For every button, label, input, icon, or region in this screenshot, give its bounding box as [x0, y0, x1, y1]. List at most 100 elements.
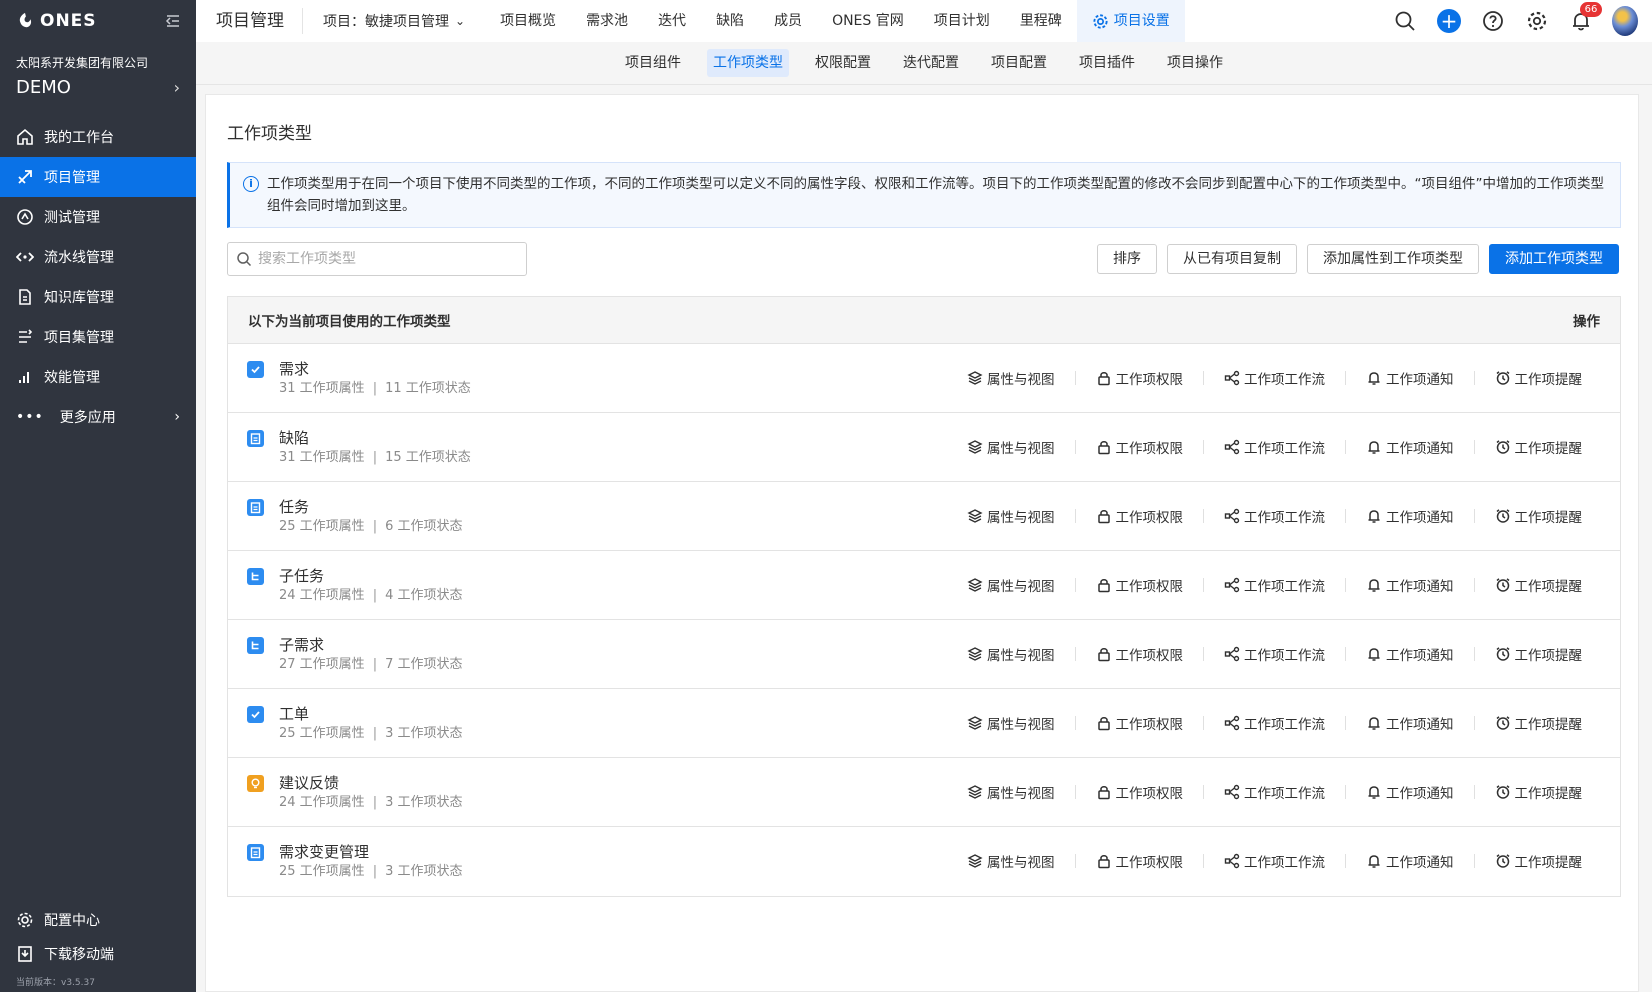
sidebar-item-performance[interactable]: 效能管理 — [0, 357, 196, 397]
tab-sprint[interactable]: 迭代 — [643, 0, 701, 42]
settings-gear-icon[interactable] — [1524, 8, 1550, 34]
permissions-link[interactable]: 工作项权限 — [1074, 716, 1204, 733]
fields-and-views-link[interactable]: 属性与视图 — [947, 578, 1075, 595]
search-input[interactable] — [258, 251, 518, 267]
fields-and-views-link[interactable]: 属性与视图 — [947, 854, 1075, 871]
subtab-operations[interactable]: 项目操作 — [1161, 49, 1229, 77]
subtab-components[interactable]: 项目组件 — [619, 49, 687, 77]
table-row[interactable]: 建议反馈 24 工作项属性 | 3 工作项状态 属性与视图 工作项权限 工作项工作流 工作… — [228, 758, 1620, 827]
notifications-link[interactable]: 工作项通知 — [1345, 578, 1474, 595]
collapse-sidebar-icon[interactable] — [164, 12, 182, 30]
tab-ones-website[interactable]: ONES 官网 — [817, 0, 919, 42]
subtab-plugins[interactable]: 项目插件 — [1073, 49, 1141, 77]
search-icon[interactable] — [1392, 8, 1418, 34]
tab-defect[interactable]: 缺陷 — [701, 0, 759, 42]
help-icon[interactable] — [1480, 8, 1506, 34]
notifications-link[interactable]: 工作项通知 — [1345, 647, 1474, 664]
notifications-link[interactable]: 工作项通知 — [1345, 785, 1474, 802]
fields-and-views-link[interactable]: 属性与视图 — [947, 716, 1075, 733]
avatar — [1612, 6, 1638, 36]
sidebar-item-download-mobile[interactable]: 下载移动端 — [0, 937, 196, 971]
notifications-link[interactable]: 工作项通知 — [1345, 371, 1474, 388]
type-name[interactable]: 任务 — [279, 497, 462, 517]
table-row[interactable]: 需求变更管理 25 工作项属性 | 3 工作项状态 属性与视图 工作项权限 工作项工作流… — [228, 827, 1620, 896]
separator: | — [372, 588, 378, 603]
sidebar-item-wiki[interactable]: 知识库管理 — [0, 277, 196, 317]
permissions-link[interactable]: 工作项权限 — [1074, 371, 1204, 388]
tab-members[interactable]: 成员 — [759, 0, 817, 42]
org-switcher[interactable]: DEMO › — [0, 71, 196, 101]
workflow-link[interactable]: 工作项工作流 — [1203, 439, 1345, 457]
workflow-link[interactable]: 工作项工作流 — [1203, 508, 1345, 526]
type-name[interactable]: 需求变更管理 — [279, 842, 462, 862]
sidebar-item-config-center[interactable]: 配置中心 — [0, 903, 196, 937]
workflow-link[interactable]: 工作项工作流 — [1203, 370, 1345, 388]
subtab-sprint-config[interactable]: 迭代配置 — [897, 49, 965, 77]
permissions-link[interactable]: 工作项权限 — [1074, 647, 1204, 664]
add-attribute-button[interactable]: 添加属性到工作项类型 — [1307, 244, 1479, 274]
tab-milestone[interactable]: 里程碑 — [1005, 0, 1077, 42]
sidebar-item-test[interactable]: 测试管理 — [0, 197, 196, 237]
sidebar-item-more-apps[interactable]: ••• 更多应用 › — [0, 397, 196, 437]
fields-and-views-link[interactable]: 属性与视图 — [947, 647, 1075, 664]
workflow-link[interactable]: 工作项工作流 — [1203, 715, 1345, 733]
permissions-link[interactable]: 工作项权限 — [1074, 578, 1204, 595]
table-row[interactable]: 子需求 27 工作项属性 | 7 工作项状态 属性与视图 工作项权限 工作项工作流 工作项… — [228, 620, 1620, 689]
fields-and-views-link[interactable]: 属性与视图 — [947, 785, 1075, 802]
tab-plan[interactable]: 项目计划 — [919, 0, 1005, 42]
reminders-link[interactable]: 工作项提醒 — [1473, 578, 1603, 595]
create-plus-icon[interactable]: + — [1436, 8, 1462, 34]
fields-and-views-link[interactable]: 属性与视图 — [947, 371, 1075, 388]
reminders-link[interactable]: 工作项提醒 — [1473, 854, 1603, 871]
notifications-link[interactable]: 工作项通知 — [1345, 854, 1474, 871]
type-name[interactable]: 工单 — [279, 704, 462, 724]
subtab-project-config[interactable]: 项目配置 — [985, 49, 1053, 77]
workflow-link[interactable]: 工作项工作流 — [1203, 646, 1345, 664]
subtab-permissions[interactable]: 权限配置 — [809, 49, 877, 77]
tab-project-settings[interactable]: 项目设置 — [1076, 0, 1185, 42]
tab-overview[interactable]: 项目概览 — [485, 0, 571, 42]
type-name[interactable]: 缺陷 — [279, 428, 471, 448]
reminders-link[interactable]: 工作项提醒 — [1473, 371, 1603, 388]
notifications-link[interactable]: 工作项通知 — [1345, 509, 1474, 526]
workflow-link[interactable]: 工作项工作流 — [1203, 577, 1345, 595]
tab-backlog[interactable]: 需求池 — [571, 0, 643, 42]
table-row[interactable]: 子任务 24 工作项属性 | 4 工作项状态 属性与视图 工作项权限 工作项工作流 工作项… — [228, 551, 1620, 620]
notifications-link[interactable]: 工作项通知 — [1345, 440, 1474, 457]
permissions-link[interactable]: 工作项权限 — [1074, 785, 1204, 802]
reminders-link[interactable]: 工作项提醒 — [1473, 647, 1603, 664]
type-name[interactable]: 需求 — [279, 359, 471, 379]
copy-from-project-button[interactable]: 从已有项目复制 — [1167, 244, 1297, 274]
sidebar-item-project[interactable]: 项目管理 — [0, 157, 196, 197]
table-row[interactable]: 任务 25 工作项属性 | 6 工作项状态 属性与视图 工作项权限 工作项工作流 工作项通… — [228, 482, 1620, 551]
reminders-link[interactable]: 工作项提醒 — [1473, 440, 1603, 457]
reminders-link[interactable]: 工作项提醒 — [1473, 716, 1603, 733]
add-issue-type-button[interactable]: 添加工作项类型 — [1489, 244, 1619, 274]
type-name[interactable]: 子需求 — [279, 635, 462, 655]
user-avatar[interactable] — [1612, 6, 1638, 36]
reminders-link[interactable]: 工作项提醒 — [1473, 509, 1603, 526]
sidebar-item-program[interactable]: 项目集管理 — [0, 317, 196, 357]
sort-button[interactable]: 排序 — [1097, 244, 1157, 274]
table-row[interactable]: 缺陷 31 工作项属性 | 15 工作项状态 属性与视图 工作项权限 工作项工作流 工作项… — [228, 413, 1620, 482]
permissions-link[interactable]: 工作项权限 — [1074, 854, 1204, 871]
search-box[interactable] — [227, 242, 527, 276]
subtab-issue-types[interactable]: 工作项类型 — [707, 49, 789, 77]
type-name[interactable]: 建议反馈 — [279, 773, 462, 793]
sidebar-item-pipeline[interactable]: 流水线管理 — [0, 237, 196, 277]
reminders-link[interactable]: 工作项提醒 — [1473, 785, 1603, 802]
project-selector[interactable]: 项目：敏捷项目管理 ⌄ — [303, 11, 465, 31]
workflow-link[interactable]: 工作项工作流 — [1203, 784, 1345, 802]
ones-logo[interactable]: ONES — [16, 11, 97, 31]
workflow-link[interactable]: 工作项工作流 — [1203, 853, 1345, 871]
sidebar-item-workbench[interactable]: 我的工作台 — [0, 117, 196, 157]
permissions-link[interactable]: 工作项权限 — [1074, 509, 1204, 526]
notification-bell-icon[interactable]: 66 — [1568, 2, 1602, 34]
fields-and-views-link[interactable]: 属性与视图 — [947, 509, 1075, 526]
notifications-link[interactable]: 工作项通知 — [1345, 716, 1474, 733]
type-name[interactable]: 子任务 — [279, 566, 462, 586]
table-row[interactable]: 工单 25 工作项属性 | 3 工作项状态 属性与视图 工作项权限 工作项工作流 工作项通… — [228, 689, 1620, 758]
table-row[interactable]: 需求 31 工作项属性 | 11 工作项状态 属性与视图 工作项权限 工作项工作流 工作项… — [228, 344, 1620, 413]
fields-and-views-link[interactable]: 属性与视图 — [947, 440, 1075, 457]
permissions-link[interactable]: 工作项权限 — [1074, 440, 1204, 457]
